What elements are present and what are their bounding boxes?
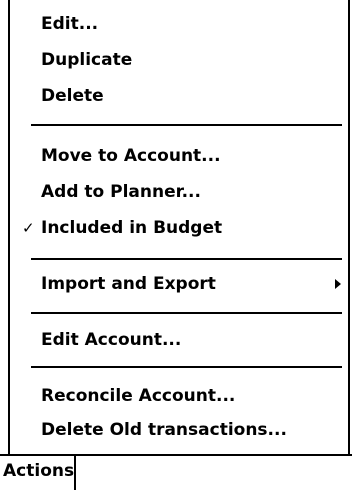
menu-item-label: Import and Export [41, 274, 216, 294]
menu-item-label: Edit... [41, 14, 99, 34]
menu-item-reconcile-account[interactable]: Reconcile Account... [10, 380, 348, 412]
checkmark-icon: ✓ [22, 219, 35, 237]
menu-item-label: Delete Old transactions... [41, 420, 287, 440]
menu-item-label: Edit Account... [41, 330, 182, 350]
menu-item-label: Duplicate [41, 50, 133, 70]
menu-item-delete-old-transactions[interactable]: Delete Old transactions... [10, 414, 348, 446]
menu-item-label: Delete [41, 86, 104, 106]
context-menu: Edit... Duplicate Delete Move to Account… [8, 0, 350, 454]
menu-item-add-to-planner[interactable]: Add to Planner... [10, 176, 348, 208]
command-bar: Actions [0, 454, 352, 490]
menu-item-import-export[interactable]: Import and Export [10, 268, 348, 300]
menu-separator [31, 312, 342, 314]
menu-separator [31, 258, 342, 260]
menu-item-included-in-budget[interactable]: ✓ Included in Budget [10, 212, 348, 244]
menu-item-label: Move to Account... [41, 146, 221, 166]
submenu-arrow-icon [335, 279, 341, 289]
menu-item-delete[interactable]: Delete [10, 80, 348, 112]
menu-item-move-to-account[interactable]: Move to Account... [10, 140, 348, 172]
menu-item-edit[interactable]: Edit... [10, 8, 348, 40]
menu-item-label: Included in Budget [41, 218, 223, 238]
menu-separator [31, 124, 342, 126]
menu-item-duplicate[interactable]: Duplicate [10, 44, 348, 76]
menu-item-label: Add to Planner... [41, 182, 201, 202]
menu-item-label: Reconcile Account... [41, 386, 236, 406]
menu-item-edit-account[interactable]: Edit Account... [10, 324, 348, 356]
actions-menu-button[interactable]: Actions [0, 454, 76, 490]
menu-separator [31, 366, 342, 368]
command-bar-empty-area [76, 454, 352, 490]
